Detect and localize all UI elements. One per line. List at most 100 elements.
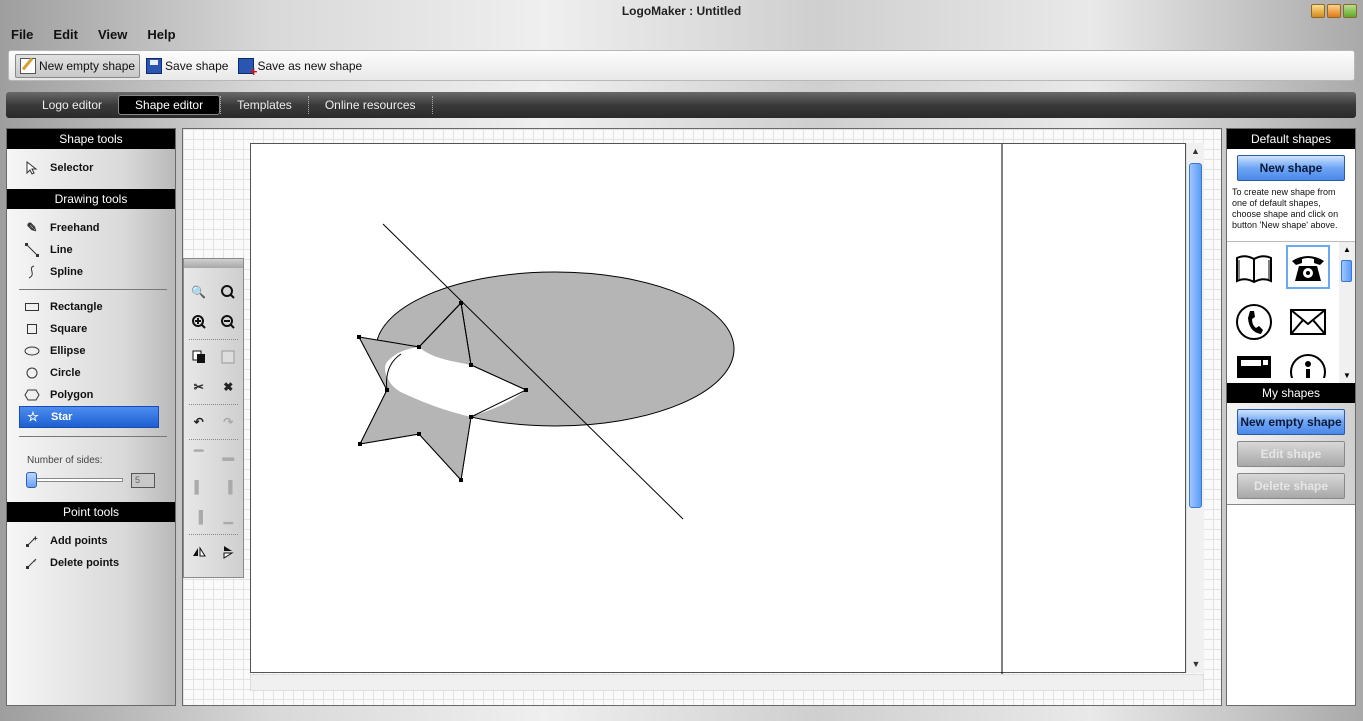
shapes-scroll-thumb[interactable] [1341,260,1352,282]
menu-help[interactable]: Help [137,24,185,46]
tool-freehand-label: Freehand [50,222,100,234]
shapes-list-scrollbar[interactable]: ▲ ▼ [1339,242,1355,384]
edit-shape-button[interactable]: Edit shape [1237,441,1345,467]
cut-icon[interactable]: ✂ [191,379,207,395]
tools-panel: Shape tools Selector Drawing tools ✎ Fre… [6,128,176,706]
horizontal-scrollbar[interactable] [250,674,1204,691]
envelope-icon[interactable] [1286,300,1330,344]
slider-thumb[interactable] [26,472,37,488]
info-icon[interactable] [1286,352,1330,382]
menu-edit[interactable]: Edit [43,24,88,46]
zoom-fit-icon[interactable] [220,284,236,300]
drawing-canvas[interactable] [250,143,1186,674]
align-middle-icon[interactable]: ▬ [220,449,236,465]
cursor-icon [23,161,41,175]
window-controls [1311,4,1357,18]
scroll-down-arrow[interactable]: ▼ [1187,656,1205,673]
zoom-actual-icon[interactable]: 🔍 [191,284,207,300]
save-icon [146,57,163,74]
redo-icon[interactable]: ↷ [220,414,236,430]
scroll-up-arrow[interactable]: ▲ [1187,143,1204,160]
book-icon[interactable] [1232,247,1276,291]
delete-point-icon: - [23,556,41,570]
pencil-icon: ✎ [26,220,38,235]
polygon-icon [23,388,41,402]
tab-shape-editor[interactable]: Shape editor [118,95,221,115]
tool-delete-points[interactable]: - Delete points [7,552,175,574]
spline-icon [23,265,41,279]
star-icon: ☆ [27,409,39,424]
save-as-new-shape-button[interactable]: Save as new shape [234,55,366,79]
tool-square-label: Square [50,323,88,335]
copy-icon[interactable] [191,349,207,365]
number-of-sides-input[interactable]: 5 [131,472,155,488]
flip-horizontal-icon[interactable] [191,544,207,560]
align-center-icon[interactable]: ▐ [191,509,207,525]
tool-selector-label: Selector [50,162,94,174]
divider [19,289,167,290]
tool-selector[interactable]: Selector [7,157,175,179]
number-of-sides-slider[interactable] [26,472,123,488]
tab-separator [431,96,433,114]
number-of-sides-row: 5 [7,470,175,490]
shape-tools-header: Shape tools [7,129,175,149]
tool-star[interactable]: ☆ Star [19,406,159,428]
delete-shape-button[interactable]: Delete shape [1237,473,1345,499]
handset-icon[interactable] [1232,300,1276,344]
tool-line[interactable]: Line [7,239,175,261]
align-top-icon[interactable]: ▔ [191,449,207,465]
delete-icon[interactable]: ✖ [220,379,236,395]
tool-freehand[interactable]: ✎ Freehand [7,217,175,239]
save-as-icon [238,57,257,79]
menu-file[interactable]: File [0,24,43,46]
menu-view[interactable]: View [88,24,137,46]
maximize-button[interactable] [1327,4,1341,18]
zoom-out-icon[interactable] [220,314,236,330]
tab-online-resources[interactable]: Online resources [309,96,432,114]
shapes-scroll-up[interactable]: ▲ [1339,242,1355,258]
tool-add-points-label: Add points [50,535,108,547]
tool-line-label: Line [50,244,73,256]
divider [19,436,167,437]
tab-templates[interactable]: Templates [221,96,308,114]
tool-polygon[interactable]: Polygon [7,384,175,406]
paste-icon[interactable] [220,349,236,365]
tool-add-points[interactable]: + Add points [7,530,175,552]
tool-ellipse[interactable]: Ellipse [7,340,175,362]
fax-icon[interactable] [1232,352,1276,382]
save-as-new-shape-label: Save as new shape [257,58,363,73]
tab-bar: Logo editor Shape editor Templates Onlin… [6,92,1356,118]
undo-icon[interactable]: ↶ [191,414,207,430]
minimize-button[interactable] [1311,4,1325,18]
new-empty-shape-button[interactable]: New empty shape [15,53,141,78]
new-shape-button[interactable]: New shape [1237,155,1345,181]
tool-square[interactable]: Square [7,318,175,340]
vertical-scrollbar[interactable]: ▲ ▼ [1186,143,1204,673]
tool-circle[interactable]: Circle [7,362,175,384]
new-empty-shape-side-button[interactable]: New empty shape [1237,409,1345,435]
number-of-sides-label: Number of sides: [27,455,103,466]
zoom-in-icon[interactable] [191,314,207,330]
vertical-scroll-thumb[interactable] [1189,163,1202,508]
main-toolbar: New empty shape Save shape Save as new s… [8,50,1355,81]
save-shape-button[interactable]: Save shape [142,55,232,77]
align-left-icon[interactable]: ▌ [191,479,207,495]
tab-logo-editor[interactable]: Logo editor [26,96,118,114]
tool-polygon-label: Polygon [50,389,94,401]
tool-rectangle[interactable]: Rectangle [7,296,175,318]
align-bottom-icon[interactable]: ▁ [220,509,236,525]
drawing-svg [357,144,1003,674]
tool-star-label: Star [51,411,73,423]
new-empty-shape-label: New empty shape [39,58,136,73]
tool-spline[interactable]: Spline [7,261,175,283]
flip-vertical-icon[interactable] [220,544,236,560]
new-shape-hint: To create new shape from one of default … [1232,187,1339,230]
align-right-icon[interactable]: ▐ [220,479,236,495]
tool-delete-points-label: Delete points [50,557,120,569]
shapes-scroll-down[interactable]: ▼ [1339,368,1355,384]
tool-ellipse-label: Ellipse [50,345,86,357]
telephone-icon[interactable] [1286,245,1330,289]
drawing-tools-header: Drawing tools [7,189,175,209]
close-button[interactable] [1343,4,1357,18]
shapes-panel: Default shapes New shape To create new s… [1226,128,1356,706]
